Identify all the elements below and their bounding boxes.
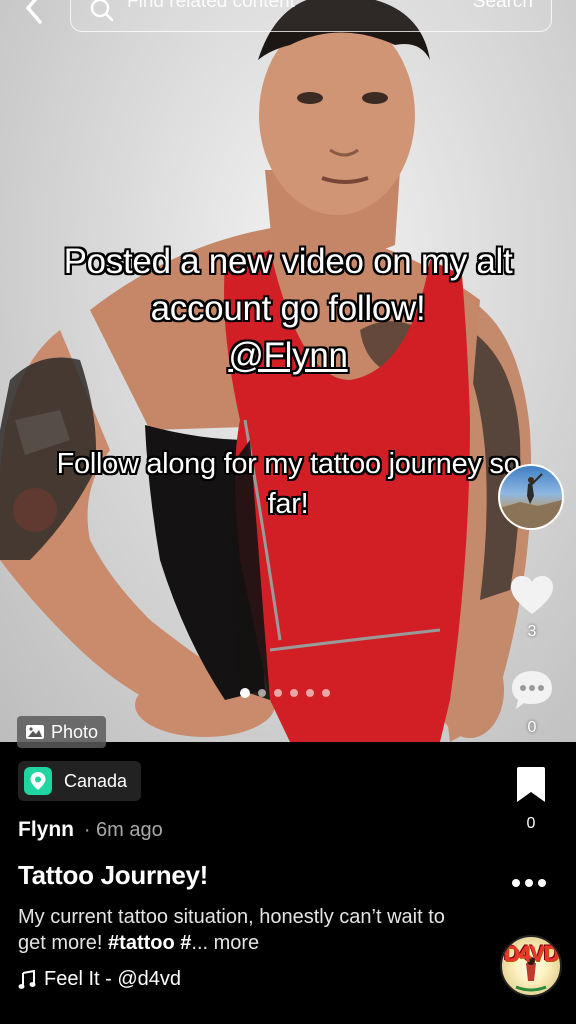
back-button[interactable] [14,0,54,28]
carousel-dot[interactable] [322,689,330,697]
back-chevron-icon [26,0,42,24]
post-time: · 6m ago [83,819,163,841]
hashtag-link[interactable]: #tattoo # [108,932,191,954]
author-name[interactable]: Flynn [18,818,74,841]
more-link[interactable]: ... more [191,932,259,954]
carousel-dot[interactable] [306,689,314,697]
caption-mention-link[interactable]: @Flynn [20,332,556,379]
more-options-button[interactable] [512,874,552,892]
author-line: Flynn · 6m ago [18,818,163,842]
music-title: Feel It - @d4vd [44,968,182,990]
photo-type-badge: Photo [17,716,107,748]
more-dots-icon [538,879,546,887]
photo-icon [26,725,44,739]
post-title: Tattoo Journey! [18,860,209,890]
comment-icon [512,671,552,709]
creator-avatar[interactable] [498,464,564,530]
carousel-dot[interactable] [258,689,266,697]
location-label: Canada [64,770,128,791]
photo-caption-sub: Follow along for my tattoo journey so fa… [56,448,520,520]
bookmark-button[interactable]: 0 [508,766,554,833]
avatar-image [500,473,562,528]
music-info[interactable]: Feel It - @d4vd [18,968,181,991]
search-button[interactable]: Search [473,0,533,13]
post-description[interactable]: My current tattoo situation, honestly ca… [18,904,478,956]
more-dots-icon [525,879,533,887]
search-icon [90,0,114,22]
bookmark-count: 0 [526,815,536,832]
photo-caption-main: Posted a new video on my alt account go … [20,238,556,379]
carousel-indicator [240,688,330,698]
photo-badge-label: Photo [51,721,99,742]
music-disc[interactable]: D4VD [500,935,562,997]
comment-button[interactable]: 0 [502,668,562,737]
like-count: 3 [527,623,537,640]
search-input[interactable]: Find related content [127,0,295,13]
heart-icon [511,576,553,614]
bookmark-icon [517,767,545,802]
like-button[interactable]: 3 [502,574,562,641]
search-bar[interactable]: Find related content Search [70,0,552,32]
more-dots-icon [512,879,520,887]
comment-count: 0 [527,719,537,736]
location-pin-icon [24,767,52,795]
carousel-dot[interactable] [240,688,250,698]
carousel-dot[interactable] [274,689,282,697]
caption-text: Posted a new video on my alt account go … [63,242,513,328]
location-chip[interactable]: Canada [18,761,142,801]
carousel-dot[interactable] [290,689,298,697]
music-disc-logo: D4VD [503,941,560,966]
music-note-icon [18,969,36,989]
